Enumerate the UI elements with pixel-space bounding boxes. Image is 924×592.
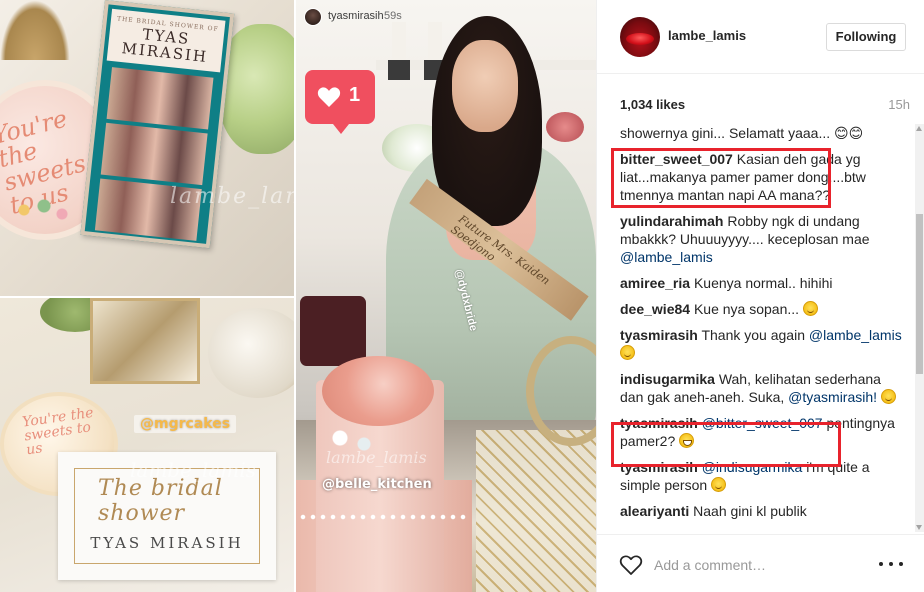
add-comment-input[interactable] [654, 555, 854, 575]
candle [392, 22, 406, 62]
avatar-lips [626, 33, 654, 45]
scroll-thumb[interactable] [916, 214, 923, 374]
story-avatar [304, 8, 322, 26]
comment-username[interactable]: dee_wie84 [620, 301, 690, 317]
photo-booth-card: THE BRIDAL SHOWER OF TYAS MIRASIH [80, 0, 235, 249]
comment-list[interactable]: showernya gini... Selamatt yaaa... 😊😊 bi… [620, 124, 908, 534]
more-options-icon[interactable] [879, 562, 905, 568]
comment: dee_wie84 Kue nya sopan... [620, 300, 908, 318]
smiley-emoji-icon [711, 477, 727, 492]
story-username: tyasmirasih [328, 10, 384, 22]
booth-header: THE BRIDAL SHOWER OF TYAS MIRASIH [106, 8, 226, 73]
heart-icon[interactable] [619, 554, 643, 576]
comment-text: showernya gini... Selamatt yaaa... 😊😊 [620, 125, 864, 141]
invitation-panel: You're the sweets to us The bridal showe… [0, 298, 294, 592]
collage-divider [0, 296, 294, 298]
tag-mgrcakes: @mgrcakes [134, 415, 237, 433]
comment-mention[interactable]: @lambe_lamis [620, 249, 713, 265]
post-header: lambe_lamis Following [597, 0, 924, 74]
comment-mention[interactable]: @bitter_sweet_007 [702, 415, 823, 431]
gold-cake-stand [0, 0, 70, 60]
cake-pearls [298, 514, 470, 520]
comment-text: Kuenya normal.. hihihi [693, 275, 833, 291]
scroll-up-arrow-icon[interactable] [916, 126, 922, 131]
gold-pattern [476, 430, 596, 592]
comment-mention[interactable]: @lambe_lamis [809, 327, 902, 343]
tag-belle-kitchen: @belle_kitchen [322, 477, 432, 492]
likes-row: 1,034 likes 15h [620, 97, 910, 115]
pink-flowers [546, 112, 584, 142]
story-like-bubble: 1 [305, 70, 375, 134]
smiley-emoji-icon [620, 345, 635, 360]
story-like-count: 1 [349, 84, 361, 106]
story-time: 59s [384, 10, 402, 22]
booth-photo-1 [106, 67, 214, 130]
comment-username[interactable]: tyasmirasih [620, 459, 698, 475]
photo-booth-panel: You're the sweets to us THE BRIDAL SHOWE… [0, 0, 294, 296]
comment: aleariyanti Naah gini kl publik [620, 502, 908, 520]
gold-frame [90, 298, 200, 384]
username-link[interactable]: lambe_lamis [668, 28, 746, 43]
comment: indisugarmika Wah, kelihatan sederhana d… [620, 370, 908, 406]
avatar[interactable] [620, 17, 660, 57]
add-comment-bar [597, 534, 924, 592]
card-script: The bridal shower [98, 476, 223, 526]
comment: yulindarahimah Robby ngk di undang mbakk… [620, 212, 908, 266]
comment: bitter_sweet_007 Kasian deh gada yg liat… [620, 150, 908, 204]
heart-icon [317, 87, 341, 107]
comment-text: Naah gini kl publik [693, 503, 807, 519]
comment-username[interactable]: bitter_sweet_007 [620, 151, 733, 167]
candle [428, 22, 442, 62]
following-button[interactable]: Following [826, 23, 906, 51]
cake-rose [322, 356, 434, 426]
watermark: lambe_lamis [326, 448, 427, 467]
comment-scrollbar[interactable] [915, 124, 924, 532]
person-face [452, 40, 518, 132]
story-panel: Future Mrs. Kaiden Soedjono @dydxbride l… [296, 0, 596, 592]
smiley-emoji-icon [802, 301, 818, 316]
smiley-emoji-icon [880, 389, 896, 404]
comment-username[interactable]: amiree_ria [620, 275, 690, 291]
grin-emoji-icon [679, 433, 695, 448]
comment-username[interactable]: tyasmirasih [620, 415, 698, 431]
candle-holder [388, 60, 410, 80]
comment: tyasmirasih @indisugarmika i'm quite a s… [620, 458, 908, 494]
post-time[interactable]: 15h [888, 97, 910, 112]
post-sidebar: lambe_lamis Following 1,034 likes 15h sh… [596, 0, 924, 592]
mirror-tray [208, 308, 294, 398]
comment-text: Thank you again [701, 327, 805, 343]
collage-divider [294, 0, 296, 592]
comment-mention[interactable]: @indisugarmika [702, 459, 803, 475]
watermark: lambe_lamis [130, 458, 256, 482]
watermark: lambe_lamis [170, 184, 294, 209]
comment-username[interactable]: yulindarahimah [620, 213, 723, 229]
comment-username[interactable]: tyasmirasih [620, 327, 698, 343]
booth-photo-2 [100, 122, 208, 186]
comment: tyasmirasih @bitter_sweet_007 pentingnya… [620, 414, 908, 450]
comment-username[interactable]: aleariyanti [620, 503, 689, 519]
likes-count[interactable]: 1,034 likes [620, 97, 685, 112]
icing-flowers [14, 196, 74, 226]
handbag [300, 296, 366, 366]
comment: tyasmirasih Thank you again @lambe_lamis [620, 326, 908, 362]
instagram-post-viewer: You're the sweets to us THE BRIDAL SHOWE… [0, 0, 924, 592]
comment: showernya gini... Selamatt yaaa... 😊😊 [620, 124, 908, 142]
comment: amiree_ria Kuenya normal.. hihihi [620, 274, 908, 292]
card-name: TYAS MIRASIH [90, 534, 244, 552]
comment-text: Kue nya sopan... [693, 301, 800, 317]
comment-username[interactable]: indisugarmika [620, 371, 715, 387]
post-image-collage[interactable]: You're the sweets to us THE BRIDAL SHOWE… [0, 0, 596, 592]
scroll-down-arrow-icon[interactable] [916, 525, 922, 530]
comment-mention[interactable]: @tyasmirasih! [788, 389, 877, 405]
